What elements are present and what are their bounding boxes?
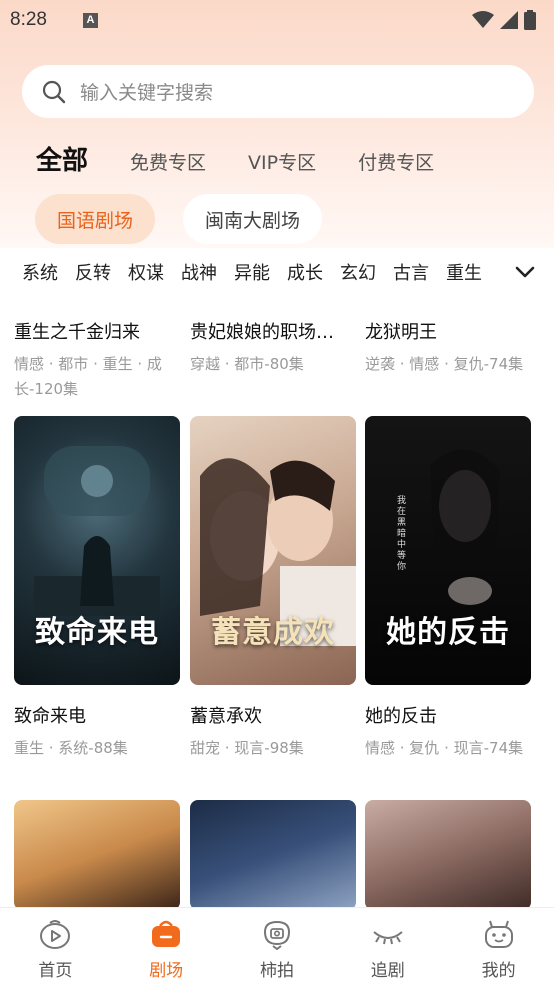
drama-poster[interactable]: 致命来电 — [14, 416, 180, 685]
robot-face-icon — [484, 920, 513, 948]
drama-card[interactable]: 她的反击 情感 · 复仇 · 现言-74集 — [365, 702, 531, 761]
tab-follow[interactable]: 追剧 — [332, 908, 443, 985]
genre-tag[interactable]: 权谋 — [128, 259, 164, 285]
drama-meta: 逆袭 · 情感 · 复仇-74集 — [365, 355, 524, 373]
drama-title: 龙狱明王 — [365, 322, 437, 343]
tab-label: 柿拍 — [259, 961, 294, 981]
category-tabs: 全部 免费专区 VIP专区 付费专区 — [36, 140, 476, 177]
tab-label: 我的 — [481, 961, 516, 981]
tab-home[interactable]: 首页 — [0, 908, 111, 985]
drama-meta: 情感 · 都市 · 重生 · 成长-120集 — [14, 355, 162, 398]
genre-tag[interactable]: 玄幻 — [340, 259, 376, 285]
tab-vip[interactable]: VIP专区 — [248, 148, 316, 175]
battery-icon — [524, 10, 536, 30]
genre-tag[interactable]: 战神 — [181, 259, 217, 285]
tab-label: 首页 — [38, 961, 73, 981]
drama-meta: 情感 · 复仇 · 现言-74集 — [365, 739, 524, 757]
tab-profile[interactable]: 我的 — [443, 908, 554, 985]
drama-poster[interactable]: 蓄意成欢 — [190, 416, 356, 685]
drama-title: 贵妃娘娘的职场… — [190, 322, 334, 343]
drama-poster[interactable]: 我在黑暗中等你 她的反击 — [365, 416, 531, 685]
notification-icon: A — [82, 12, 98, 28]
genre-tag[interactable]: 系统 — [22, 259, 58, 285]
play-face-icon — [40, 920, 71, 949]
theater-minnan-button[interactable]: 闽南大剧场 — [183, 194, 323, 244]
status-time: 8:28 — [10, 9, 47, 30]
genre-tag[interactable]: 反转 — [75, 259, 111, 285]
genre-tag[interactable]: 古言 — [393, 259, 429, 285]
poster-subtitle: 我在黑暗中等你 — [397, 496, 407, 572]
chevron-down-icon — [515, 266, 535, 278]
expand-tags-button[interactable] — [496, 248, 554, 296]
drama-poster[interactable] — [190, 800, 356, 910]
tab-all[interactable]: 全部 — [36, 140, 88, 177]
drama-card[interactable]: 蓄意承欢 甜宠 · 现言-98集 — [190, 702, 356, 761]
theater-bag-icon — [152, 920, 181, 947]
tab-label: 追剧 — [370, 961, 405, 981]
poster-title: 她的反击 — [386, 615, 510, 650]
status-bar: 8:28 A — [0, 0, 554, 40]
poster-title: 致命来电 — [35, 615, 159, 650]
genre-tag-row: 系统 反转 权谋 战神 异能 成长 玄幻 古言 重生 女 — [0, 248, 554, 296]
genre-tag[interactable]: 重生 — [446, 259, 482, 285]
tab-paid[interactable]: 付费专区 — [358, 148, 434, 175]
drama-title: 重生之千金归来 — [14, 322, 140, 343]
theater-selector: 国语剧场 闽南大剧场 — [35, 194, 323, 244]
drama-title: 蓄意承欢 — [190, 706, 262, 727]
eye-lash-icon — [373, 931, 403, 945]
wifi-icon — [472, 11, 494, 28]
drama-meta: 穿越 · 都市-80集 — [190, 355, 304, 373]
drama-poster[interactable] — [14, 800, 180, 910]
drama-title: 致命来电 — [14, 706, 86, 727]
drama-card[interactable]: 致命来电 重生 · 系统-88集 — [14, 702, 180, 761]
signal-icon — [500, 11, 518, 29]
drama-card[interactable]: 贵妃娘娘的职场… 穿越 · 都市-80集 — [190, 318, 356, 377]
genre-tag[interactable]: 成长 — [287, 259, 323, 285]
theater-mandarin-button[interactable]: 国语剧场 — [35, 194, 156, 244]
tab-label: 剧场 — [149, 961, 184, 981]
search-placeholder: 输入关键字搜索 — [80, 82, 214, 104]
drama-poster[interactable] — [365, 800, 531, 910]
search-input[interactable]: 输入关键字搜索 — [22, 65, 534, 118]
camera-persimmon-icon — [263, 920, 290, 950]
tab-free[interactable]: 免费专区 — [130, 148, 206, 175]
tab-theater[interactable]: 剧场 — [111, 908, 222, 985]
drama-meta: 甜宠 · 现言-98集 — [190, 739, 304, 757]
status-icons — [472, 10, 536, 30]
drama-meta: 重生 · 系统-88集 — [14, 739, 128, 757]
poster-title: 蓄意成欢 — [211, 615, 335, 650]
search-icon — [42, 80, 66, 103]
drama-card[interactable]: 重生之千金归来 情感 · 都市 · 重生 · 成长-120集 — [14, 318, 180, 402]
drama-card[interactable]: 龙狱明王 逆袭 · 情感 · 复仇-74集 — [365, 318, 531, 377]
tab-shoot[interactable]: 柿拍 — [222, 908, 333, 985]
bottom-tab-bar: 首页 剧场 柿拍 追剧 我的 — [0, 907, 554, 985]
drama-title: 她的反击 — [365, 706, 437, 727]
genre-tag[interactable]: 异能 — [234, 259, 270, 285]
